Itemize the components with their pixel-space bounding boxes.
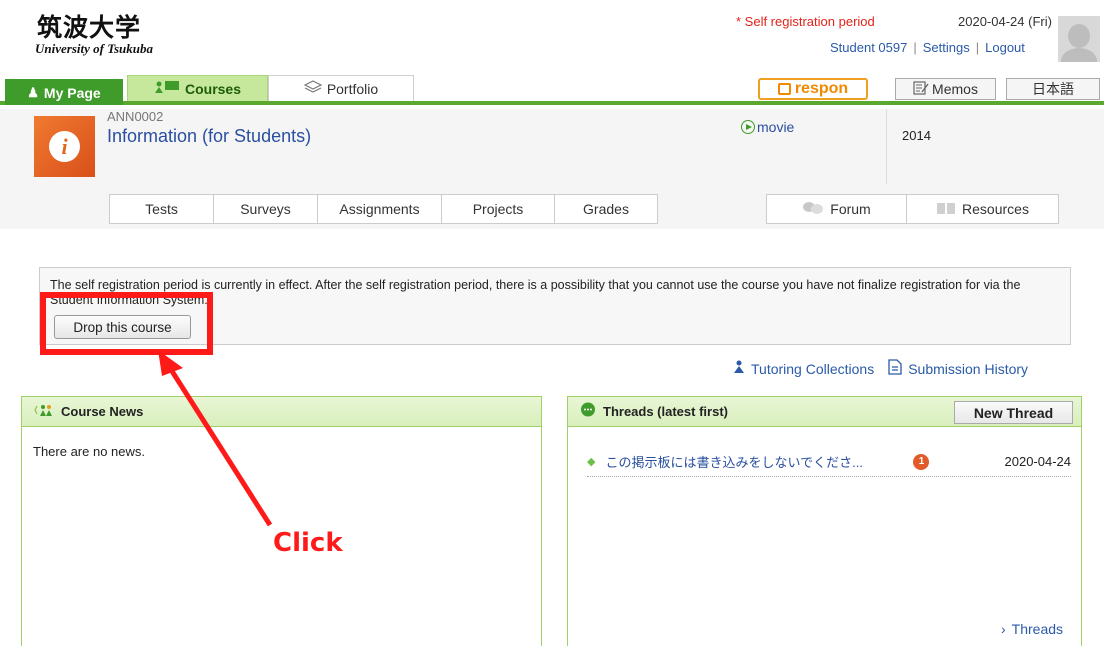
annotation-arrow (158, 350, 273, 527)
annotation-click-label: Click (273, 528, 343, 558)
